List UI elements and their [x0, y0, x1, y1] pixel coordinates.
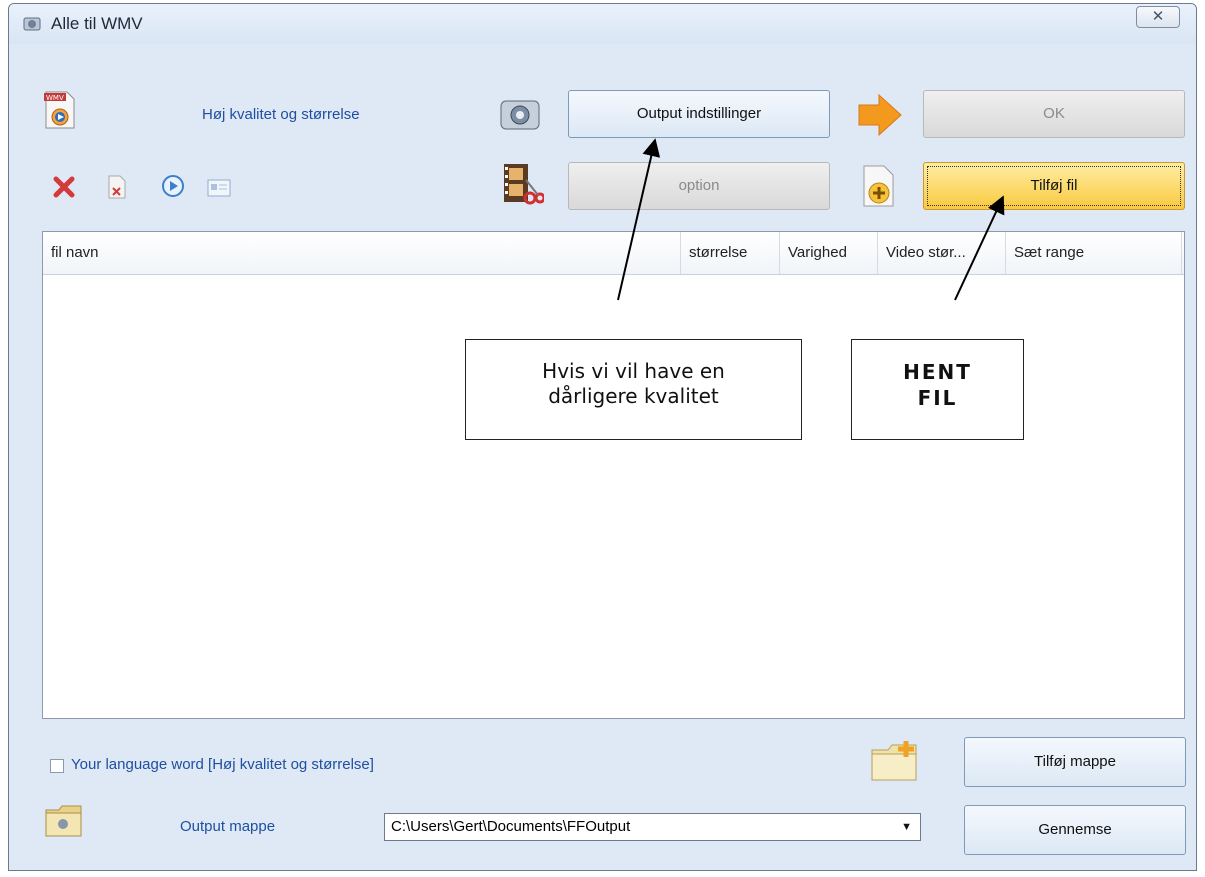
- ok-button[interactable]: OK: [923, 90, 1185, 138]
- folder-icon[interactable]: [45, 804, 83, 838]
- settings-icon: [500, 100, 540, 130]
- option-button[interactable]: option: [568, 162, 830, 210]
- quality-checkbox[interactable]: [50, 759, 64, 773]
- remove-icon[interactable]: [53, 176, 75, 198]
- browse-button[interactable]: Gennemse: [964, 805, 1186, 855]
- fetch-callout-line1: HENT: [903, 360, 972, 384]
- quality-callout-line1: Hvis vi vil have en: [542, 359, 725, 383]
- info-icon[interactable]: [207, 179, 231, 197]
- output-folder-label: Output mappe: [180, 818, 276, 835]
- output-path-combo[interactable]: C:\Users\Gert\Documents\FFOutput ▼: [384, 813, 921, 841]
- output-path-value: C:\Users\Gert\Documents\FFOutput: [391, 818, 631, 835]
- wmv-file-icon[interactable]: WMV: [43, 90, 77, 130]
- file-list[interactable]: fil navn størrelse Varighed Video stør..…: [42, 231, 1185, 719]
- chevron-down-icon[interactable]: ▼: [901, 814, 912, 840]
- list-header: fil navn størrelse Varighed Video stør..…: [43, 232, 1184, 275]
- column-header-set-range[interactable]: Sæt range: [1006, 232, 1182, 274]
- quality-checkbox-label: Your language word [Høj kvalitet og stør…: [71, 756, 374, 773]
- quality-callout-line2: dårligere kvalitet: [548, 384, 719, 408]
- add-folder-icon: [871, 741, 917, 781]
- column-header-size[interactable]: størrelse: [681, 232, 780, 274]
- add-file-button-label: Tilføj fil: [1030, 177, 1078, 194]
- fetch-file-callout: HENT FIL: [851, 339, 1024, 440]
- column-header-filename[interactable]: fil navn: [43, 232, 681, 274]
- add-file-icon: [863, 165, 894, 207]
- column-header-video-size[interactable]: Video stør...: [878, 232, 1006, 274]
- arrow-right-icon: [858, 93, 902, 137]
- close-button[interactable]: ✕: [1136, 6, 1180, 28]
- title-bar: Alle til WMV ✕: [9, 4, 1196, 44]
- play-icon[interactable]: [161, 174, 185, 198]
- quality-callout: Hvis vi vil have en dårligere kvalitet: [465, 339, 802, 440]
- film-cut-icon: [504, 164, 544, 205]
- app-window: Alle til WMV ✕ WMV Høj kvalitet og størr…: [8, 3, 1197, 871]
- column-header-duration[interactable]: Varighed: [780, 232, 878, 274]
- app-icon: [23, 17, 41, 31]
- window-title: Alle til WMV: [51, 14, 143, 33]
- preset-label: Høj kvalitet og størrelse: [202, 106, 360, 123]
- clear-icon[interactable]: [107, 174, 127, 200]
- output-settings-button[interactable]: Output indstillinger: [568, 90, 830, 138]
- svg-text:WMV: WMV: [46, 94, 64, 102]
- add-folder-button[interactable]: Tilføj mappe: [964, 737, 1186, 787]
- add-file-button[interactable]: Tilføj fil: [923, 162, 1185, 210]
- fetch-callout-line2: FIL: [917, 386, 958, 410]
